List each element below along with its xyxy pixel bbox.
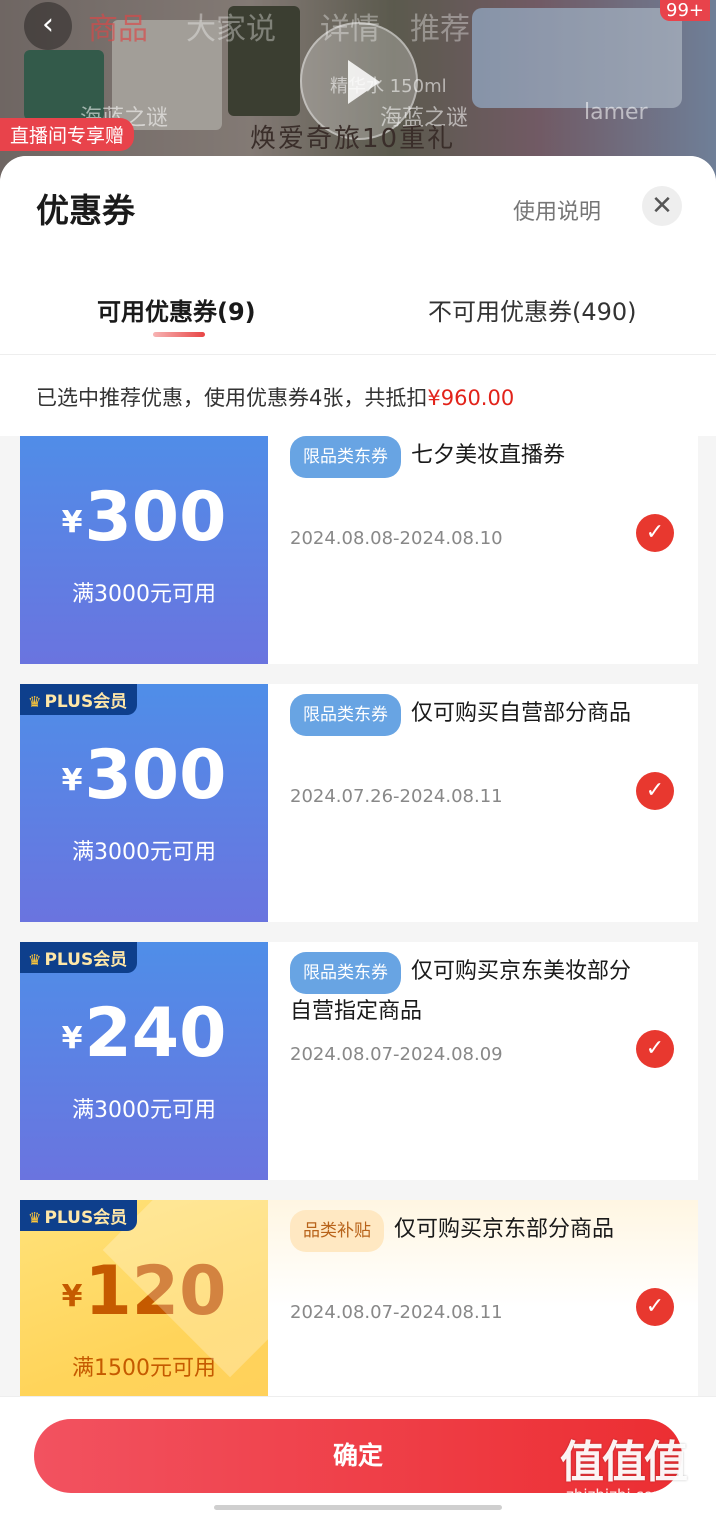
tab-available-coupons[interactable]: 可用优惠券(9) [97, 292, 256, 327]
watermark-url: zhizhizhi.com [566, 1486, 668, 1504]
coupon-info-panel: 限品类东券 仅可购买自营部分商品 2024.07.26-2024.08.11 ✓ [268, 684, 698, 922]
plus-member-badge: ♛ PLUS会员 [20, 684, 138, 715]
cart-count-badge: 99+ [660, 0, 710, 21]
coupon-value-panel: ¥240 满3000元可用 [20, 942, 268, 1180]
promo-slogan: 焕爱奇旅10重礼 [250, 124, 456, 154]
plus-member-label: PLUS会员 [44, 692, 128, 712]
coupon-info-panel: 品类补贴 仅可购买京东部分商品 2024.08.07-2024.08.11 ✓ [268, 1200, 698, 1396]
coupon-card[interactable]: ♛ PLUS会员 ¥300 满3000元可用 限品类东券 仅可购买自营部分商品 20… [20, 684, 698, 922]
coupon-info-panel: 限品类东券 仅可购买京东美妆部分自营指定商品 2024.08.07-2024.08… [268, 942, 698, 1180]
coupon-value-panel: ¥300 满3000元可用 [20, 436, 268, 664]
coupon-amount-value: 300 [84, 736, 227, 815]
currency-symbol: ¥ [61, 1279, 83, 1314]
coupon-description: 限品类东券 仅可购买京东美妆部分自营指定商品 [290, 952, 650, 1030]
coupon-condition: 满1500元可用 [72, 1356, 216, 1381]
coupon-type-tag: 限品类东券 [290, 694, 401, 736]
coupon-amount: ¥240 [20, 994, 268, 1073]
coupon-description: 品类补贴 仅可购买京东部分商品 [290, 1210, 650, 1252]
coupon-condition: 满3000元可用 [72, 840, 216, 865]
plus-member-label: PLUS会员 [44, 950, 128, 970]
coupon-validity: 2024.07.26-2024.08.11 [290, 786, 503, 807]
plus-member-badge: ♛ PLUS会员 [20, 1200, 138, 1231]
coupon-list[interactable]: ¥300 满3000元可用 限品类东券 七夕美妆直播券 2024.08.08-20… [0, 436, 716, 1396]
page-tab-recommend[interactable]: 推荐 [410, 4, 470, 48]
selected-check-icon[interactable]: ✓ [636, 1030, 674, 1068]
coupon-amount-value: 300 [84, 478, 227, 557]
product-caption: lamer [584, 100, 648, 125]
coupon-condition: 满3000元可用 [72, 1098, 216, 1123]
coupon-condition: 满3000元可用 [72, 582, 216, 607]
coupon-amount-value: 240 [84, 994, 227, 1073]
page-tab-goods[interactable]: 商品 [88, 4, 148, 48]
tab-unavailable-coupons[interactable]: 不可用优惠券(490) [428, 292, 637, 327]
coupon-description: 限品类东券 七夕美妆直播券 [290, 436, 650, 478]
coupon-amount-value: 120 [84, 1252, 227, 1331]
coupon-type-tag: 品类补贴 [290, 1210, 384, 1252]
coupon-description-text: 仅可购买京东部分商品 [394, 1217, 615, 1242]
currency-symbol: ¥ [61, 1021, 83, 1056]
coupon-description: 限品类东券 仅可购买自营部分商品 [290, 694, 650, 736]
active-tab-indicator [153, 332, 205, 337]
usage-instructions-link[interactable]: 使用说明 [513, 194, 601, 226]
coupon-description-text: 仅可购买自营部分商品 [411, 701, 632, 726]
coupon-card[interactable]: ¥300 满3000元可用 限品类东券 七夕美妆直播券 2024.08.08-20… [20, 436, 698, 664]
coupon-card[interactable]: ♛ PLUS会员 ¥120 满1500元可用 品类补贴 仅可购买京东部分商品 202… [20, 1200, 698, 1396]
summary-text: 已选中推荐优惠，使用优惠券4张，共抵扣 [36, 386, 428, 410]
watermark-logo: 值值值 [560, 1437, 688, 1488]
coupon-info-panel: 限品类东券 七夕美妆直播券 2024.08.08-2024.08.10 ✓ [268, 436, 698, 664]
selected-check-icon[interactable]: ✓ [636, 772, 674, 810]
coupon-amount: ¥300 [20, 736, 268, 815]
live-exclusive-tag: 直播间专享赠 [0, 118, 135, 151]
coupon-type-tag: 限品类东券 [290, 952, 401, 994]
coupon-value-panel: ¥300 满3000元可用 [20, 684, 268, 922]
coupon-amount: ¥120 [20, 1252, 268, 1331]
crown-icon: ♛ [28, 951, 42, 969]
plus-member-label: PLUS会员 [44, 1208, 128, 1228]
coupon-card[interactable]: ♛ PLUS会员 ¥240 满3000元可用 限品类东券 仅可购买京东美妆部分自营指… [20, 942, 698, 1180]
coupon-validity: 2024.08.07-2024.08.11 [290, 1302, 503, 1323]
home-indicator [214, 1505, 502, 1510]
coupon-validity: 2024.08.08-2024.08.10 [290, 528, 503, 549]
sheet-title: 优惠券 [36, 191, 135, 230]
summary-amount: ¥960.00 [427, 386, 515, 410]
coupon-sheet: 优惠券 使用说明 ✕ 可用优惠券(9) 不可用优惠券(490) 已选中推荐优惠，… [0, 156, 716, 1516]
currency-symbol: ¥ [61, 763, 83, 798]
coupon-type-tag: 限品类东券 [290, 436, 401, 478]
coupon-description-text: 七夕美妆直播券 [411, 443, 566, 468]
selected-check-icon[interactable]: ✓ [636, 514, 674, 552]
discount-summary: 已选中推荐优惠，使用优惠券4张，共抵扣¥960.00 [36, 382, 514, 412]
coupon-amount: ¥300 [20, 478, 268, 557]
coupon-sheet-header: 优惠券 使用说明 ✕ 可用优惠券(9) 不可用优惠券(490) 已选中推荐优惠，… [0, 156, 716, 436]
close-icon[interactable]: ✕ [642, 186, 682, 226]
divider [0, 354, 716, 355]
back-icon[interactable]: ‹ [24, 2, 72, 50]
crown-icon: ♛ [28, 693, 42, 711]
product-caption-water: 精华水 150ml [330, 76, 447, 97]
selected-check-icon[interactable]: ✓ [636, 1288, 674, 1326]
plus-member-badge: ♛ PLUS会员 [20, 942, 138, 973]
page-tab-reviews[interactable]: 大家说 [186, 4, 276, 48]
coupon-validity: 2024.08.07-2024.08.09 [290, 1044, 503, 1065]
currency-symbol: ¥ [61, 505, 83, 540]
crown-icon: ♛ [28, 1209, 42, 1227]
